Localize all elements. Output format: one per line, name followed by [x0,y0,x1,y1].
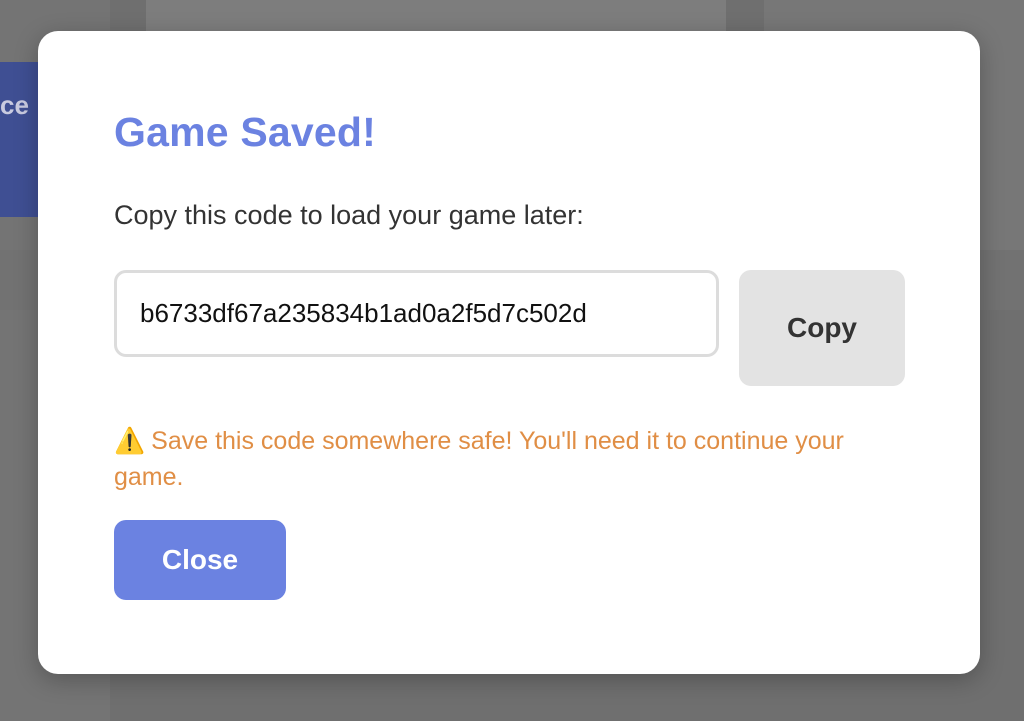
save-game-modal: Game Saved! Copy this code to load your … [38,31,980,674]
warning-message: ⚠️ Save this code somewhere safe! You'll … [114,423,894,495]
warning-text: Save this code somewhere safe! You'll ne… [114,427,844,491]
background-button-label: ce [0,90,29,120]
save-code-input[interactable] [114,270,719,357]
close-button[interactable]: Close [114,520,286,600]
modal-title: Game Saved! [114,109,376,155]
warning-icon: ⚠️ [114,427,146,455]
modal-instruction: Copy this code to load your game later: [114,200,584,230]
copy-button[interactable]: Copy [739,270,905,386]
